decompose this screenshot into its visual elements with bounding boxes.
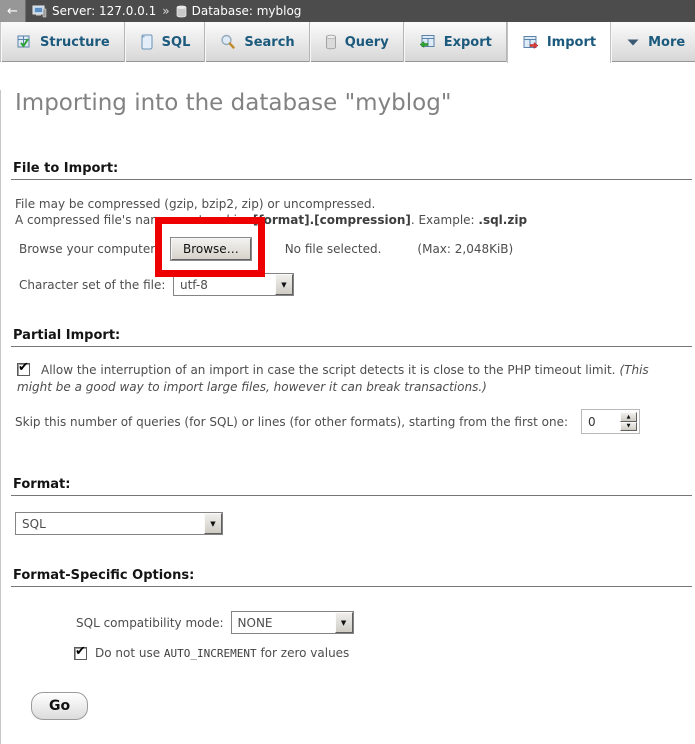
format-select[interactable]: SQL ▼	[15, 512, 223, 535]
file-hint-example: .sql.zip	[478, 213, 527, 227]
page-title: Importing into the database "myblog"	[15, 90, 695, 117]
tab-import-label: Import	[547, 35, 596, 50]
sql-compatibility-select[interactable]: NONE ▼	[231, 611, 354, 634]
tab-export-label: Export	[444, 35, 492, 50]
skip-queries-stepper[interactable]: 0 ▲ ▼	[581, 409, 640, 434]
arrow-down-icon: ▼	[627, 423, 631, 429]
file-hint-line2: A compressed file's name must end in .[f…	[15, 212, 681, 228]
sql-compatibility-label: SQL compatibility mode:	[76, 616, 224, 630]
structure-icon	[16, 34, 32, 50]
stepper-arrows: ▲ ▼	[620, 412, 637, 431]
browse-row: Browse your computer: Browse… No file se…	[19, 238, 695, 260]
breadcrumb-separator: »	[162, 4, 169, 18]
skip-queries-row: Skip this number of queries (for SQL) or…	[15, 409, 695, 434]
sql-icon	[140, 34, 154, 50]
browse-button[interactable]: Browse…	[171, 238, 251, 260]
breadcrumb-server-label: Server: 127.0.0.1	[52, 4, 156, 18]
auto-increment-pre: Do not use	[95, 646, 164, 660]
tab-sql-label: SQL	[162, 35, 191, 50]
file-hint-line2-pre: A compressed file's name must end in	[15, 213, 248, 227]
charset-select-arrow-icon: ▼	[275, 274, 293, 295]
tab-bar: Structure SQL Search Query Export Import	[0, 22, 695, 62]
auto-increment-post: for zero values	[257, 646, 350, 660]
allow-interruption-checkbox[interactable]: ✔	[17, 363, 30, 376]
breadcrumb-database-label: Database: myblog	[192, 4, 302, 18]
format-selected-value: SQL	[16, 513, 52, 534]
stepper-down-button[interactable]: ▼	[620, 422, 637, 432]
section-heading-file-to-import: File to Import:	[11, 161, 692, 180]
section-heading-format-specific-options: Format-Specific Options:	[11, 568, 692, 587]
charset-selected-value: utf-8	[174, 274, 214, 295]
tab-more-label: More	[648, 35, 685, 50]
auto-increment-row: ✔ Do not use AUTO_INCREMENT for zero val…	[74, 646, 695, 660]
browse-label: Browse your computer:	[19, 242, 171, 256]
allow-interruption-text: Allow the interruption of an import in c…	[41, 363, 615, 377]
skip-queries-label: Skip this number of queries (for SQL) or…	[15, 415, 568, 429]
file-hint-line2-mid: . Example:	[411, 213, 479, 227]
stepper-up-button[interactable]: ▲	[620, 412, 637, 422]
no-file-selected-text: No file selected.	[285, 242, 382, 256]
database-icon	[176, 5, 187, 18]
allow-interruption-row: ✔ Allow the interruption of an import in …	[17, 362, 679, 396]
tab-query[interactable]: Query	[310, 22, 404, 62]
auto-increment-text: Do not use AUTO_INCREMENT for zero value…	[95, 646, 349, 660]
tab-more[interactable]: More	[611, 22, 695, 62]
search-icon	[220, 34, 236, 50]
tab-structure-label: Structure	[40, 35, 110, 50]
browse-button-wrapper: Browse…	[171, 238, 251, 260]
export-icon	[419, 34, 436, 50]
file-hint-format-pattern: .[format].[compression]	[248, 213, 410, 227]
charset-label: Character set of the file:	[19, 278, 173, 292]
query-icon	[325, 34, 337, 50]
server-icon	[32, 5, 47, 18]
tab-search-label: Search	[244, 35, 294, 50]
tab-sql[interactable]: SQL	[125, 22, 206, 62]
max-size-note: (Max: 2,048KiB)	[417, 242, 513, 256]
tab-import[interactable]: Import	[507, 22, 611, 63]
breadcrumb-bar: ← Server: 127.0.0.1 » Database: myblog	[0, 0, 695, 22]
section-heading-format: Format:	[11, 477, 692, 496]
tab-structure[interactable]: Structure	[1, 22, 125, 62]
file-hint-line1: File may be compressed (gzip, bzip2, zip…	[15, 196, 681, 212]
charset-select[interactable]: utf-8 ▼	[173, 273, 294, 296]
import-icon	[522, 35, 539, 51]
format-select-arrow-icon: ▼	[204, 513, 222, 534]
section-heading-partial-import: Partial Import:	[11, 328, 692, 347]
import-page: Importing into the database "myblog" Fil…	[0, 90, 695, 744]
sql-compatibility-select-arrow-icon: ▼	[335, 612, 353, 633]
auto-increment-keyword: AUTO_INCREMENT	[164, 647, 257, 660]
breadcrumb-server[interactable]: Server: 127.0.0.1	[32, 4, 156, 18]
back-icon: ←	[7, 4, 18, 19]
sql-compatibility-row: SQL compatibility mode: NONE ▼	[76, 611, 695, 634]
skip-queries-value: 0	[584, 412, 620, 431]
check-icon: ✔	[75, 645, 86, 659]
arrow-up-icon: ▲	[627, 414, 631, 420]
back-button[interactable]: ←	[0, 0, 26, 22]
sql-compatibility-selected-value: NONE	[232, 612, 279, 633]
tab-search[interactable]: Search	[205, 22, 309, 62]
chevron-down-icon	[626, 38, 640, 47]
charset-row: Character set of the file: utf-8 ▼	[19, 273, 695, 296]
format-row: SQL ▼	[15, 512, 695, 535]
tab-export[interactable]: Export	[404, 22, 507, 62]
check-icon: ✔	[18, 361, 29, 375]
breadcrumb-database[interactable]: Database: myblog	[176, 4, 302, 18]
tab-query-label: Query	[345, 35, 389, 50]
auto-increment-checkbox[interactable]: ✔	[74, 647, 87, 660]
